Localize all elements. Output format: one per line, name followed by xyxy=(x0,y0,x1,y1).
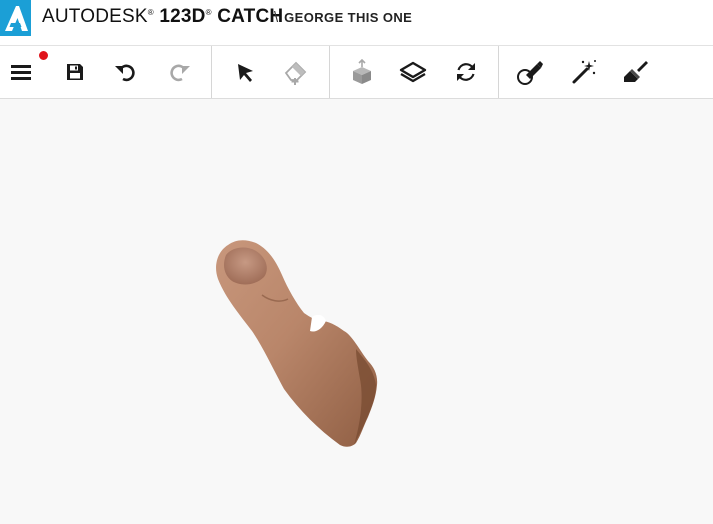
autodesk-a-icon xyxy=(5,6,28,31)
eraser-add-button[interactable] xyxy=(282,58,310,86)
paint-brush-icon xyxy=(624,61,648,82)
3d-viewport[interactable] xyxy=(0,99,713,519)
box-import-icon xyxy=(353,59,371,84)
brush-stroke-icon xyxy=(517,61,543,85)
magic-wand-button[interactable] xyxy=(570,58,598,86)
reg-mark-2: ® xyxy=(205,8,212,17)
undo-icon xyxy=(115,64,135,82)
thumb-model[interactable] xyxy=(0,99,713,519)
layers-button[interactable] xyxy=(399,58,427,86)
toolbar-divider xyxy=(329,46,330,98)
toolbar-divider xyxy=(498,46,499,98)
redo-button[interactable] xyxy=(166,58,194,86)
title-bar: AUTODESK® 123D® CATCH \ GEORGE THIS ONE xyxy=(0,0,713,46)
save-icon xyxy=(67,64,83,80)
select-button[interactable] xyxy=(231,58,259,86)
notification-badge xyxy=(38,50,49,61)
paint-brush-button[interactable] xyxy=(621,58,649,86)
box-import-button[interactable] xyxy=(348,58,376,86)
product-name: 123D xyxy=(159,6,206,27)
select-arrow-icon xyxy=(238,64,253,82)
reg-mark: ® xyxy=(147,8,154,17)
eraser-add-icon xyxy=(284,61,307,85)
redo-icon xyxy=(170,64,190,82)
project-name[interactable]: GEORGE THIS ONE xyxy=(284,10,412,25)
brush-stroke-button[interactable] xyxy=(516,58,544,86)
menu-button[interactable] xyxy=(7,58,35,86)
undo-button[interactable] xyxy=(111,58,139,86)
breadcrumb: \ GEORGE THIS ONE xyxy=(274,9,412,26)
brand-name: AUTODESK xyxy=(42,6,148,27)
breadcrumb-separator: \ xyxy=(274,9,279,26)
magic-wand-icon xyxy=(572,60,596,84)
toolbar-divider xyxy=(211,46,212,98)
toolbar xyxy=(0,46,713,99)
refresh-button[interactable] xyxy=(452,58,480,86)
layers-icon xyxy=(399,61,427,83)
refresh-icon xyxy=(457,63,475,81)
save-button[interactable] xyxy=(61,58,89,86)
app-brand: AUTODESK® 123D® CATCH xyxy=(42,6,283,28)
autodesk-logo[interactable] xyxy=(0,0,31,36)
menu-icon xyxy=(11,65,31,80)
